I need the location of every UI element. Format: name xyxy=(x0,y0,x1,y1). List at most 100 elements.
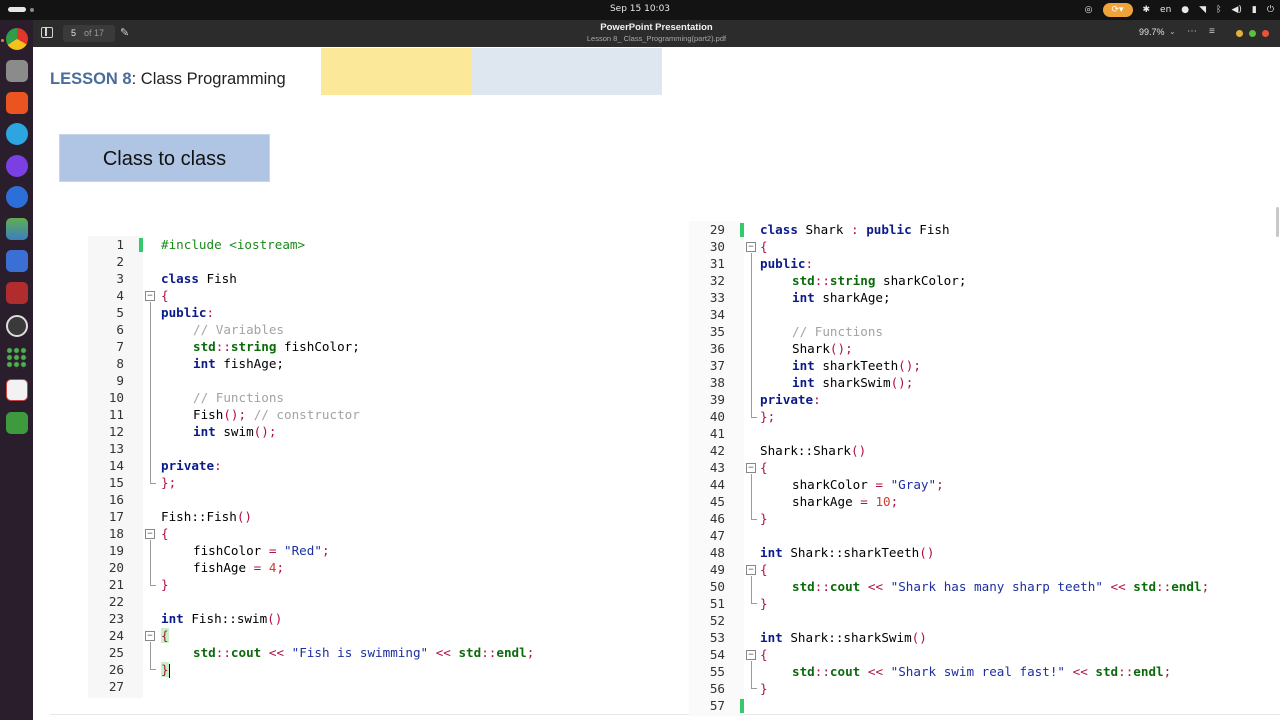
telegram-icon[interactable] xyxy=(6,123,28,145)
line-number: 11 xyxy=(108,407,124,422)
code-line: } xyxy=(760,596,768,611)
accessibility-icon[interactable]: ✱ xyxy=(1143,5,1151,15)
change-marker xyxy=(740,699,744,713)
fold-guide xyxy=(751,253,752,417)
line-number: 27 xyxy=(108,679,124,694)
code-line: std::string sharkColor; xyxy=(792,273,967,288)
code-line: { xyxy=(161,628,169,643)
bluetooth-icon[interactable]: ᛒ xyxy=(1216,5,1221,15)
code-line: private: xyxy=(161,458,222,473)
line-number: 41 xyxy=(709,426,725,441)
line-number: 34 xyxy=(709,307,725,322)
code-line: { xyxy=(161,288,169,303)
line-number: 26 xyxy=(108,662,124,677)
fold-toggle-icon[interactable]: − xyxy=(746,650,756,660)
fold-toggle-icon[interactable]: − xyxy=(746,463,756,473)
vertical-scrollbar[interactable] xyxy=(1276,207,1279,237)
fold-toggle-icon[interactable]: − xyxy=(145,631,155,641)
fold-toggle-icon[interactable]: − xyxy=(746,242,756,252)
text-cursor xyxy=(168,663,170,678)
active-app-indicator xyxy=(1,39,4,42)
line-number: 31 xyxy=(709,256,725,271)
code-line: // Variables xyxy=(193,322,284,337)
line-number: 7 xyxy=(116,339,124,354)
line-number: 44 xyxy=(709,477,725,492)
fold-toggle-icon[interactable]: − xyxy=(145,291,155,301)
line-number: 33 xyxy=(709,290,725,305)
code-line: // Functions xyxy=(193,390,284,405)
battery-icon[interactable]: ▮ xyxy=(1252,5,1257,15)
line-number: 42 xyxy=(709,443,725,458)
code-line: } xyxy=(161,577,169,592)
buds-icon[interactable] xyxy=(6,186,28,208)
software-center-icon[interactable] xyxy=(6,92,28,114)
line-number: 29 xyxy=(709,222,725,237)
line-number: 22 xyxy=(108,594,124,609)
fold-guide xyxy=(751,474,752,519)
code-line: int Shark::sharkSwim() xyxy=(760,630,927,645)
screenshot-icon[interactable] xyxy=(6,250,28,272)
fold-guide-end xyxy=(150,585,156,586)
fold-guide-end xyxy=(751,519,757,520)
language-indicator[interactable]: en xyxy=(1160,5,1171,15)
line-number: 19 xyxy=(108,543,124,558)
line-number: 32 xyxy=(709,273,725,288)
close-button[interactable] xyxy=(1262,30,1269,37)
line-number: 43 xyxy=(709,460,725,475)
change-marker xyxy=(139,238,143,252)
fold-toggle-icon[interactable]: − xyxy=(746,565,756,575)
obs-icon[interactable] xyxy=(6,315,28,337)
code-line: #include <iostream> xyxy=(161,237,306,252)
line-number: 37 xyxy=(709,358,725,373)
wifi-icon[interactable]: ◥ xyxy=(1199,5,1206,15)
code-line: }; xyxy=(760,409,776,424)
window-title: PowerPoint Presentation xyxy=(600,22,713,33)
maximize-button[interactable] xyxy=(1249,30,1256,37)
power-icon[interactable]: ⏻ xyxy=(1267,5,1274,15)
line-number: 5 xyxy=(116,305,124,320)
code-line: public: xyxy=(161,305,215,320)
code-panel-fish: 1 2 3 4 5 6 7 8 9 10 11 12 13 14 15 16 17 18 19 20 21 22 23 24 2… xyxy=(88,236,608,698)
system-tray[interactable]: ◎ ⟳▾ ✱ en ● ◥ ᛒ ◀) ▮ ⏻ xyxy=(1085,3,1274,17)
slide-heading: Class to class xyxy=(59,134,270,182)
hamburger-menu-icon[interactable]: ≡ xyxy=(1209,26,1215,37)
line-number: 24 xyxy=(108,628,124,643)
fold-guide xyxy=(150,642,151,669)
line-number: 17 xyxy=(108,509,124,524)
trash-icon[interactable] xyxy=(6,412,28,434)
fold-guide xyxy=(751,576,752,603)
code-line: sharkAge = 10; xyxy=(792,494,899,509)
minimize-button[interactable] xyxy=(1236,30,1243,37)
code-line: } xyxy=(760,681,768,696)
decorative-yellow-block xyxy=(321,48,471,95)
layers-icon[interactable] xyxy=(6,218,28,240)
line-number: 30 xyxy=(709,239,725,254)
terminal-icon[interactable] xyxy=(6,282,28,304)
record-icon[interactable]: ◎ xyxy=(1085,5,1093,15)
app-indicator-icon[interactable]: ⟳▾ xyxy=(1102,3,1133,17)
microphone-icon[interactable]: ● xyxy=(1181,5,1189,15)
line-number: 12 xyxy=(108,424,124,439)
podcast-icon[interactable] xyxy=(6,155,28,177)
zoom-level[interactable]: 99.7% xyxy=(1139,27,1165,37)
lesson-topic: : Class Programming xyxy=(131,70,286,88)
lesson-title: LESSON 8: Class Programming xyxy=(50,70,286,89)
app-grid-icon[interactable] xyxy=(6,347,28,369)
ellipsis-menu-icon[interactable]: ⋯ xyxy=(1187,26,1197,37)
line-number: 47 xyxy=(709,528,725,543)
code-line: { xyxy=(760,460,768,475)
code-panel-shark: 29 30 31 32 33 34 35 36 37 38 39 40 41 42 43 44 45 46 47 48… xyxy=(689,221,1249,716)
line-number: 38 xyxy=(709,375,725,390)
code-line: } xyxy=(760,511,768,526)
volume-icon[interactable]: ◀) xyxy=(1231,5,1241,15)
application-dock xyxy=(0,20,33,720)
fold-guide-end xyxy=(751,603,757,604)
line-number: 14 xyxy=(108,458,124,473)
chrome-icon[interactable] xyxy=(6,28,28,50)
zoom-chevron-down-icon[interactable]: ⌄ xyxy=(1169,27,1176,36)
files-icon[interactable] xyxy=(6,60,28,82)
code-line: } xyxy=(161,662,170,678)
fold-toggle-icon[interactable]: − xyxy=(145,529,155,539)
fold-guide xyxy=(150,302,151,483)
document-viewer-icon[interactable] xyxy=(6,379,28,401)
